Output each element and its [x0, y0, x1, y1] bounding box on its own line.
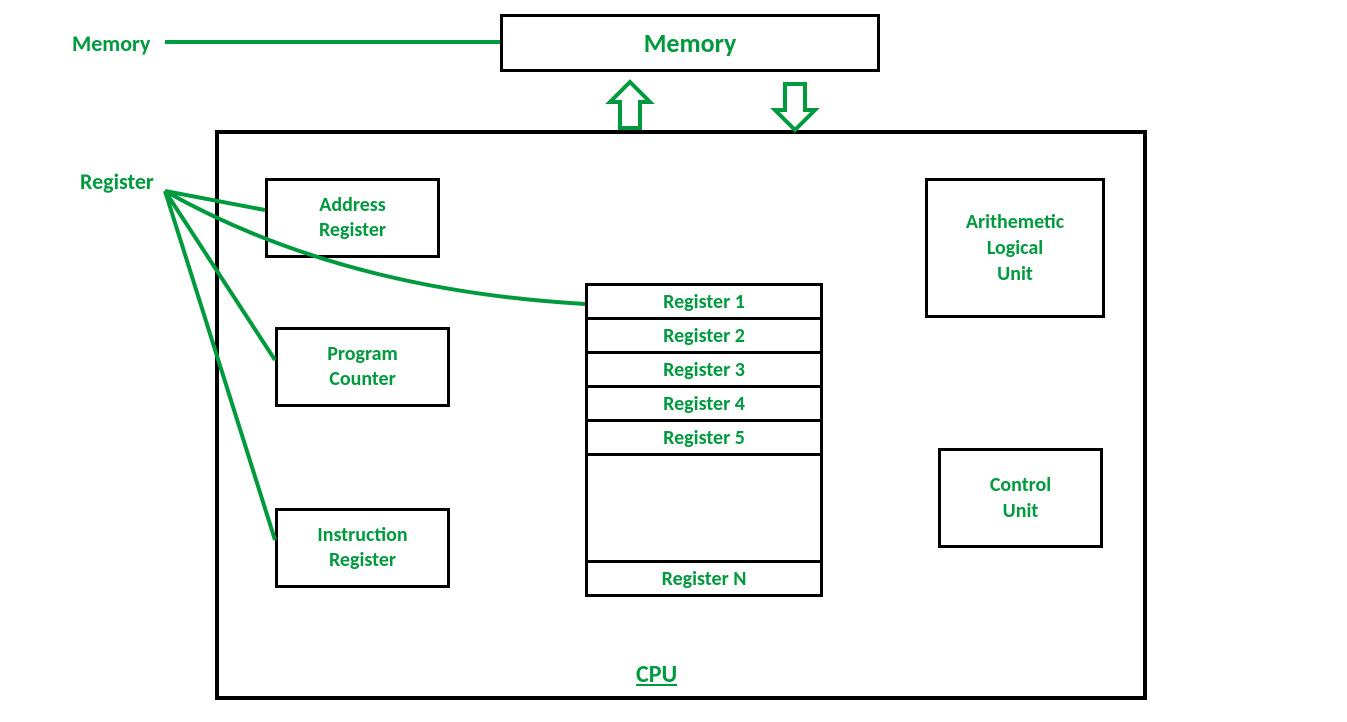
connector-lines: [0, 0, 1347, 722]
